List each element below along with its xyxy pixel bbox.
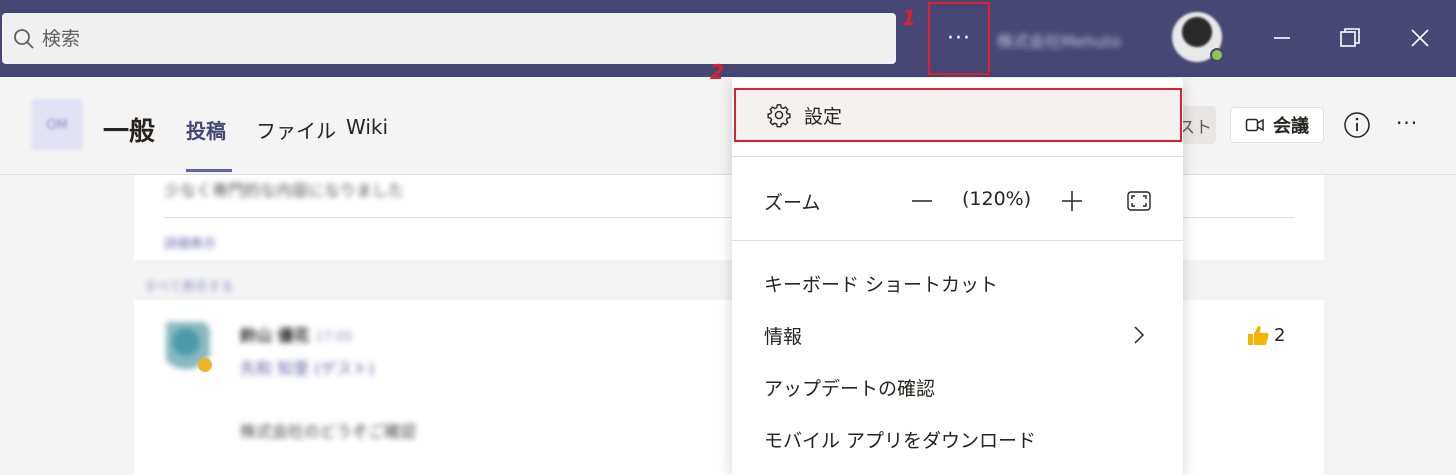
chevron-right-icon: [1134, 326, 1145, 344]
message-body: 株式会社のどうぞご確認: [240, 422, 417, 441]
menu-item-check-updates-label: アップデートの確認: [764, 377, 936, 400]
zoom-out-button[interactable]: [908, 186, 936, 216]
close-icon: [1411, 29, 1429, 47]
menu-item-info-label: 情報: [764, 325, 803, 348]
minus-icon: [912, 200, 932, 202]
active-tab-indicator: [186, 169, 232, 172]
message-author-name: 鈴山 優花: [240, 326, 310, 345]
minimize-button[interactable]: [1262, 18, 1302, 58]
info-icon[interactable]: [1342, 110, 1372, 140]
presence-status-icon: [1210, 48, 1224, 62]
presence-status-icon: [198, 358, 212, 372]
meet-button[interactable]: 会議: [1230, 107, 1324, 143]
zoom-in-button[interactable]: [1058, 186, 1086, 216]
gear-icon: [767, 103, 791, 128]
message-author: 鈴山 優花 17:05: [240, 322, 353, 346]
settings-and-more-menu: 設定 ズーム (120%) キーボード ショートカット 情報 アップデートの確認…: [732, 78, 1183, 475]
plus-icon: [1062, 191, 1082, 211]
tab-files[interactable]: ファイル: [256, 115, 336, 144]
menu-divider: [732, 240, 1183, 241]
team-avatar: OM: [31, 99, 83, 151]
tab-posts[interactable]: 投稿: [186, 115, 226, 144]
message-text: 少なく専門的な内容になりました: [164, 181, 405, 200]
menu-item-keyboard-shortcuts[interactable]: キーボード ショートカット: [732, 258, 1183, 308]
thumbs-up-icon: [1248, 326, 1269, 345]
list-button-label: スト: [1178, 117, 1212, 138]
search-icon: [14, 28, 34, 49]
menu-item-settings[interactable]: 設定: [734, 88, 1182, 142]
title-bar: ··· 株式会社Mehuto: [0, 0, 1456, 77]
menu-item-download-mobile-label: モバイル アプリをダウンロード: [764, 429, 1037, 452]
annotation-2: 2: [710, 60, 724, 84]
annotation-1: 1: [902, 6, 916, 30]
restore-icon: [1340, 28, 1360, 47]
video-camera-icon: [1245, 118, 1264, 132]
close-button[interactable]: [1400, 18, 1440, 58]
like-reaction[interactable]: 2: [1246, 324, 1285, 346]
menu-item-settings-label: 設定: [804, 105, 843, 128]
channel-header: OM 一般 投稿 ファイル Wiki スト 会議 ···: [0, 77, 1456, 175]
zoom-row: ズーム (120%): [732, 176, 1183, 226]
menu-item-info[interactable]: 情報: [732, 310, 1183, 360]
channel-more-button[interactable]: ···: [1396, 111, 1418, 135]
message-time: 17:05: [315, 330, 353, 345]
fullscreen-icon[interactable]: [1126, 188, 1152, 214]
search-input[interactable]: [42, 27, 842, 50]
show-all-link[interactable]: すべて表示する: [144, 276, 234, 295]
see-more-link[interactable]: 詳細表示: [164, 233, 216, 252]
ellipsis-icon: ···: [947, 26, 971, 51]
menu-item-keyboard-shortcuts-label: キーボード ショートカット: [764, 273, 999, 296]
meet-button-label: 会議: [1273, 116, 1309, 137]
zoom-level: (120%): [962, 188, 1032, 210]
org-name[interactable]: 株式会社Mehuto: [997, 28, 1121, 52]
search-box[interactable]: [2, 13, 896, 64]
menu-divider: [732, 156, 1183, 157]
reaction-count: 2: [1274, 324, 1286, 346]
settings-and-more-button[interactable]: ···: [928, 2, 990, 75]
tab-wiki[interactable]: Wiki: [346, 115, 388, 139]
minimize-icon: [1274, 37, 1290, 39]
message-mention[interactable]: 先和 知里 (ゲスト): [240, 355, 375, 379]
menu-item-download-mobile[interactable]: モバイル アプリをダウンロード: [732, 414, 1183, 464]
channel-name: 一般: [103, 117, 156, 147]
menu-item-check-updates[interactable]: アップデートの確認: [732, 362, 1183, 412]
zoom-label: ズーム: [764, 191, 821, 214]
restore-button[interactable]: [1330, 18, 1370, 58]
